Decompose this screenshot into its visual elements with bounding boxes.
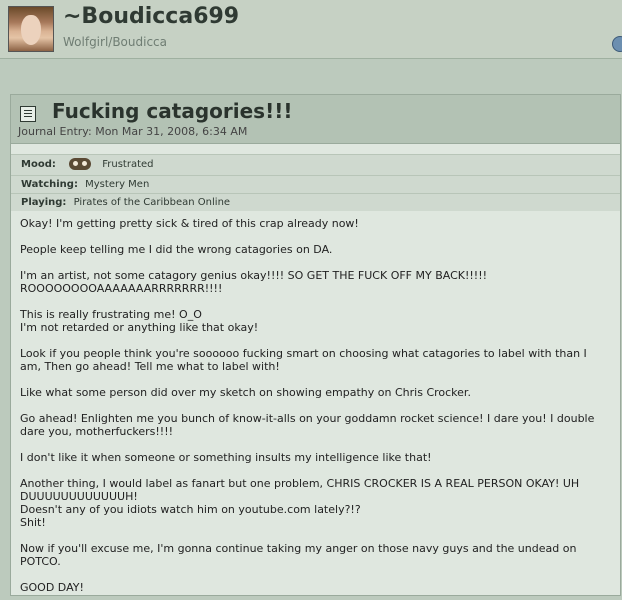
mood-label: Mood: [21,159,56,170]
watching-label: Watching: [21,179,78,190]
journal-paragraph: This is really frustrating me! O_O I'm n… [20,308,259,334]
journal-date: Journal Entry: Mon Mar 31, 2008, 6:34 AM [18,125,248,138]
journal-paragraph: Go ahead! Enlighten me you bunch of know… [20,412,595,438]
journal-header: Fucking catagories!!! Journal Entry: Mon… [11,95,620,144]
mood-row: Mood: Frustrated [11,154,620,175]
journal-title[interactable]: Fucking catagories!!! [52,99,292,123]
journal-meta: Mood: Frustrated Watching: Mystery Men P… [11,154,620,211]
user-avatar[interactable] [8,6,54,52]
globe-icon[interactable] [612,36,622,52]
journal-paragraph: I don't like it when someone or somethin… [20,451,432,464]
journal-paragraph: Look if you people think you're soooooo … [20,347,587,373]
frustrated-mood-icon [69,158,92,170]
playing-label: Playing: [21,197,67,208]
journal-paragraph: Another thing, I would label as fanart b… [20,477,580,529]
profile-header: ~Boudicca699 Wolfgirl/Boudicca [0,0,622,59]
journal-paragraph: GOOD DAY! [20,581,84,594]
journal-paragraph: Now if you'll excuse me, I'm gonna conti… [20,542,577,568]
journal-paragraph: Okay! I'm getting pretty sick & tired of… [20,217,359,230]
journal-icon [20,106,36,122]
journal-body: Okay! I'm getting pretty sick & tired of… [11,211,620,594]
username[interactable]: ~Boudicca699 [63,4,239,29]
journal-paragraph: Like what some person did over my sketch… [20,386,471,399]
user-subtitle: Wolfgirl/Boudicca [63,35,168,49]
watching-value: Mystery Men [85,179,150,190]
playing-value: Pirates of the Caribbean Online [73,197,231,208]
journal-paragraph: I'm an artist, not some catagory genius … [20,269,488,295]
playing-row: Playing: Pirates of the Caribbean Online [11,193,620,211]
journal-entry: Fucking catagories!!! Journal Entry: Mon… [10,94,621,596]
avatar-face [21,15,41,45]
journal-paragraph: People keep telling me I did the wrong c… [20,243,333,256]
mood-value: Frustrated [102,159,154,170]
watching-row: Watching: Mystery Men [11,175,620,193]
